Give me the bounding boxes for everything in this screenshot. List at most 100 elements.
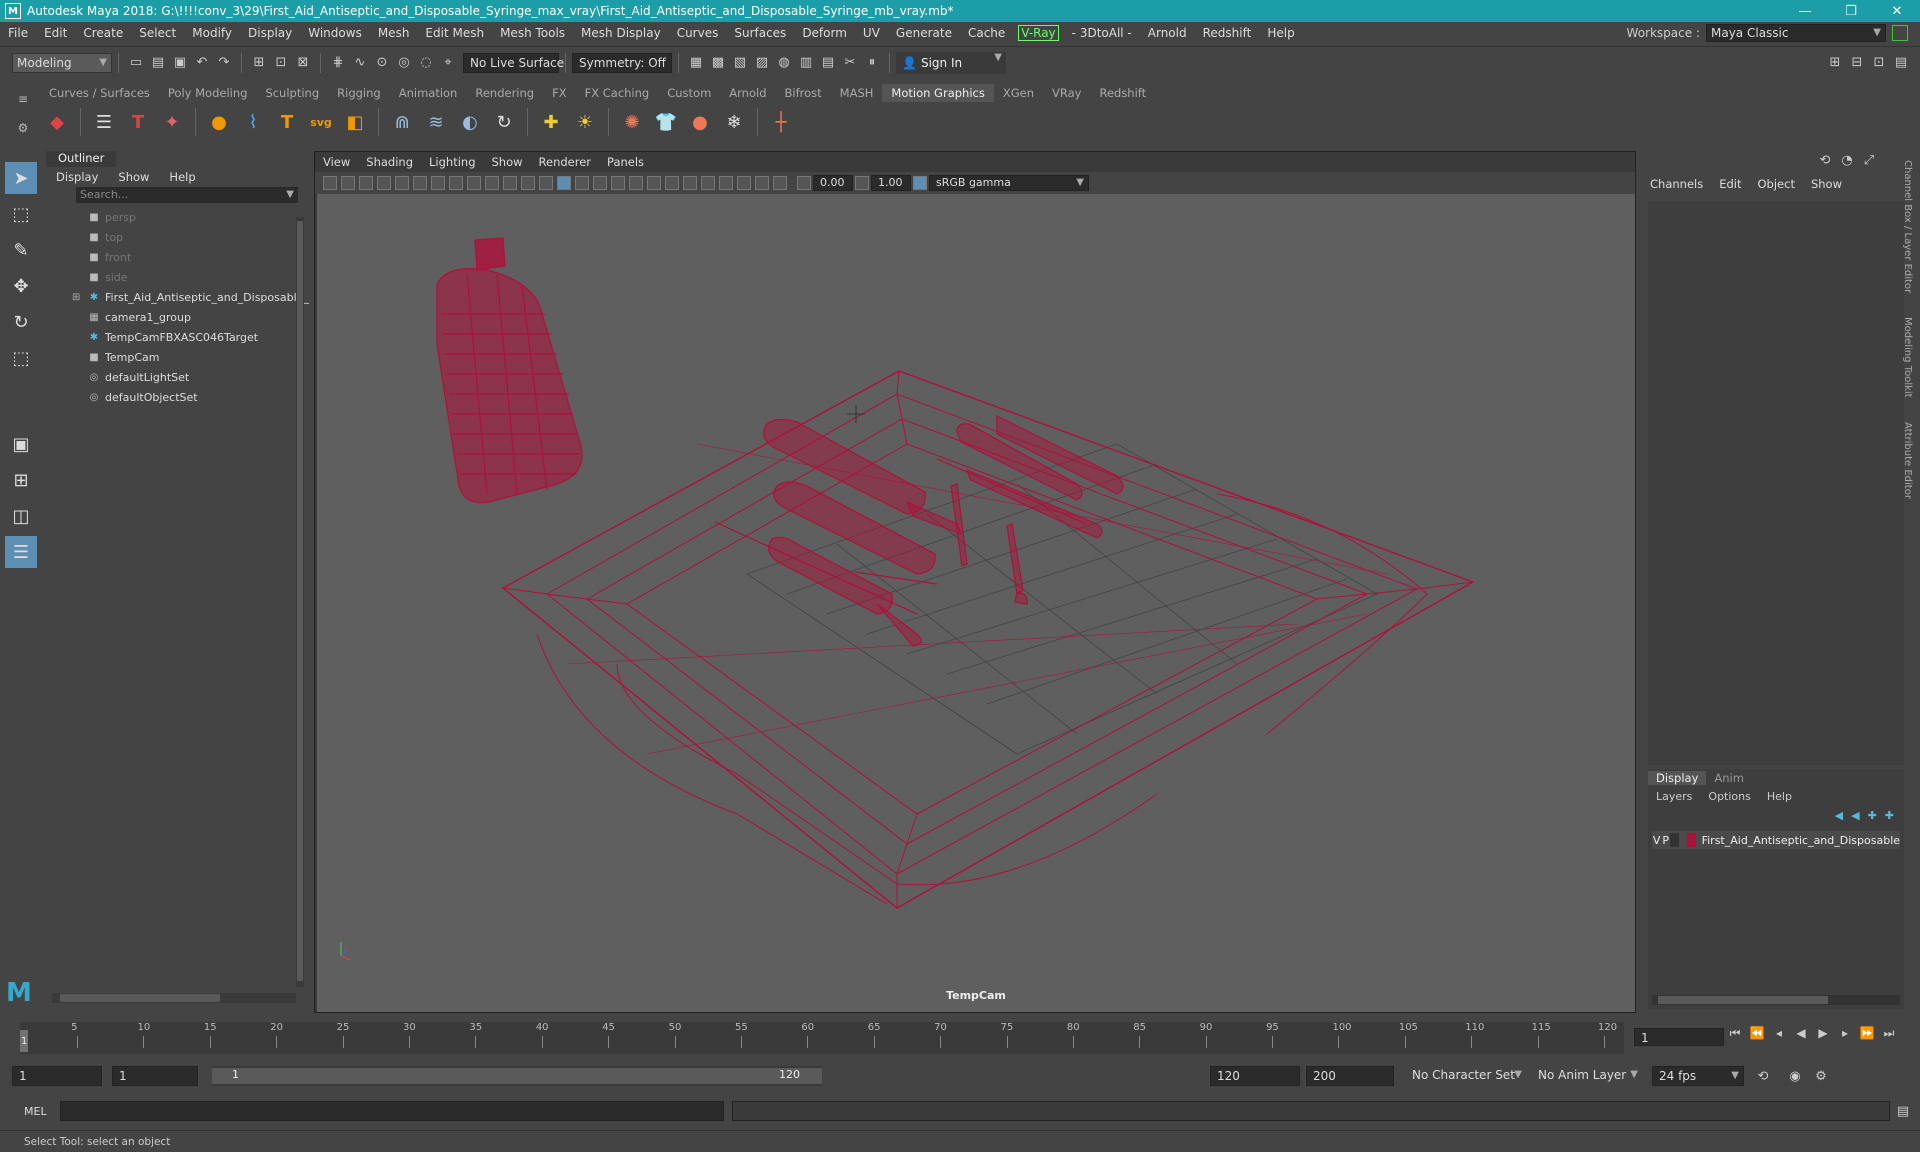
sign-in-button[interactable]: 👤 Sign In ▼	[896, 51, 1006, 74]
command-language-label[interactable]: MEL	[24, 1105, 56, 1118]
redo-icon[interactable]: ↷	[215, 54, 233, 72]
current-frame-field[interactable]: 1	[1634, 1028, 1724, 1046]
snap-grid-icon[interactable]: ⋕	[329, 54, 347, 72]
textured-icon[interactable]	[611, 176, 625, 190]
svg-tool-icon[interactable]: svg	[308, 109, 334, 135]
menu-file[interactable]: File	[0, 26, 36, 40]
menu-mesh[interactable]: Mesh	[370, 26, 418, 40]
menu-edit-mesh[interactable]: Edit Mesh	[417, 26, 492, 40]
outliner-item-tempcam[interactable]: ■ TempCam	[72, 347, 310, 367]
viewport-menu-lighting[interactable]: Lighting	[421, 155, 483, 169]
exposure-icon[interactable]	[797, 176, 811, 190]
hypershade-icon[interactable]: ◍	[775, 54, 793, 72]
ipr-render-icon[interactable]: ▧	[731, 54, 749, 72]
end-frame-field[interactable]: 200	[1306, 1066, 1394, 1086]
shelf-tab-redshift[interactable]: Redshift	[1090, 84, 1155, 102]
shelf-tab-xgen[interactable]: XGen	[994, 84, 1043, 102]
outliner-menu-show[interactable]: Show	[108, 170, 159, 184]
expand-icon[interactable]: ⤢	[1860, 151, 1878, 169]
outliner-item-top[interactable]: ■ top	[72, 227, 310, 247]
layer-menu-options[interactable]: Options	[1700, 790, 1758, 803]
wireframe-on-shaded-icon[interactable]	[593, 176, 607, 190]
outliner-hscrollbar[interactable]	[52, 993, 296, 1003]
shelf-tab-motion-graphics[interactable]: Motion Graphics	[882, 84, 994, 102]
layer-hscrollbar[interactable]	[1652, 995, 1900, 1005]
new-layer-selected-icon[interactable]: ✚	[1885, 809, 1894, 822]
outliner-item-default-light-set[interactable]: ◎ defaultLightSet	[72, 367, 310, 387]
menu-mesh-display[interactable]: Mesh Display	[573, 26, 669, 40]
step-forward-icon[interactable]: ⏩	[1856, 1026, 1878, 1041]
outliner-item-tempcam-target[interactable]: ✱ TempCamFBXASC046Target	[72, 327, 310, 347]
outliner-layout-icon[interactable]: ☰	[5, 536, 37, 568]
outliner-item-default-object-set[interactable]: ◎ defaultObjectSet	[72, 387, 310, 407]
select-hierarchy-icon[interactable]: ⊞	[250, 54, 268, 72]
wind-icon[interactable]: ≋	[423, 109, 449, 135]
xray-joints-icon[interactable]	[773, 176, 787, 190]
go-to-end-icon[interactable]: ⏭	[1878, 1026, 1900, 1041]
move-layer-down-icon[interactable]: ◀	[1851, 809, 1859, 822]
anim-end-field[interactable]: 120	[1210, 1066, 1300, 1086]
select-tool-icon[interactable]: ➤	[5, 162, 37, 194]
preferences-icon[interactable]: ⚙	[1812, 1067, 1830, 1085]
move-tool-icon[interactable]: ✥	[5, 270, 37, 302]
toggle-tool-settings-icon[interactable]: ⊡	[1870, 54, 1888, 72]
snap-surface-icon[interactable]: ◌	[417, 54, 435, 72]
render-settings-icon[interactable]: ▨	[753, 54, 771, 72]
new-layer-icon[interactable]: ✚	[1868, 809, 1877, 822]
shelf-tab-curves-surfaces[interactable]: Curves / Surfaces	[40, 84, 159, 102]
sphere-icon[interactable]: ●	[206, 109, 232, 135]
outliner-menu-help[interactable]: Help	[159, 170, 205, 184]
shelf-tab-fx-caching[interactable]: FX Caching	[576, 84, 659, 102]
shelf-settings-icon[interactable]: ⚙	[18, 121, 29, 135]
play-backward-icon[interactable]: ◀	[1790, 1026, 1812, 1041]
viewport-menu-panels[interactable]: Panels	[599, 155, 652, 169]
text-tool-icon[interactable]: T	[274, 109, 300, 135]
layer-color-swatch[interactable]	[1687, 833, 1696, 847]
crosshair-icon[interactable]: ┼	[768, 109, 794, 135]
menu-modify[interactable]: Modify	[184, 26, 240, 40]
menu-help[interactable]: Help	[1259, 26, 1302, 40]
layer-tab-anim[interactable]: Anim	[1706, 771, 1752, 785]
move-layer-up-icon[interactable]: ◀	[1835, 809, 1843, 822]
shelf-tab-mash[interactable]: MASH	[831, 84, 883, 102]
shelf-tab-rendering[interactable]: Rendering	[466, 84, 543, 102]
fps-dropdown[interactable]: 24 fps ▼	[1652, 1066, 1744, 1086]
curve-tool-icon[interactable]: ⌇	[240, 109, 266, 135]
undo-icon[interactable]: ↶	[193, 54, 211, 72]
save-scene-icon[interactable]: ▣	[171, 54, 189, 72]
viewport-menu-show[interactable]: Show	[484, 155, 531, 169]
layer-visibility-toggle[interactable]: V	[1652, 834, 1661, 847]
menu-edit[interactable]: Edit	[36, 26, 75, 40]
outliner-item-persp[interactable]: ■ persp	[72, 207, 310, 227]
smooth-shade-icon[interactable]	[575, 176, 589, 190]
open-scene-icon[interactable]: ▤	[149, 54, 167, 72]
layer-playback-toggle[interactable]: P	[1661, 834, 1670, 847]
use-all-lights-icon[interactable]	[629, 176, 643, 190]
script-editor-icon[interactable]: ▤	[1894, 1102, 1912, 1120]
select-object-icon[interactable]: ⊡	[272, 54, 290, 72]
workspace-dropdown[interactable]: Maya Classic ▼	[1706, 24, 1886, 42]
shelf-tab-poly-modeling[interactable]: Poly Modeling	[159, 84, 257, 102]
pause-icon[interactable]: ⏸	[863, 54, 881, 72]
vray-render-icon[interactable]: ✂	[841, 54, 859, 72]
side-tab-attribute-editor[interactable]: Attribute Editor	[1902, 422, 1913, 499]
toggle-attribute-editor-icon[interactable]: ⊟	[1848, 54, 1866, 72]
film-gate-icon[interactable]	[449, 176, 463, 190]
paint-select-icon[interactable]: ✎	[5, 234, 37, 266]
snowflake-icon[interactable]: ❄	[721, 109, 747, 135]
shelf-tab-vray[interactable]: VRay	[1043, 84, 1090, 102]
snap-point-icon[interactable]: ⊙	[373, 54, 391, 72]
wireframe-icon[interactable]	[557, 176, 571, 190]
step-back-icon[interactable]: ⏪	[1746, 1026, 1768, 1041]
camera-attributes-icon[interactable]	[341, 176, 355, 190]
image-plane-icon[interactable]	[377, 176, 391, 190]
grid-icon[interactable]	[431, 176, 445, 190]
mash-network-icon[interactable]: ◆	[44, 109, 70, 135]
outliner-item-first-aid-group[interactable]: ⊞ ✱ First_Aid_Antiseptic_and_Disposable_	[72, 287, 310, 307]
channel-menu-channels[interactable]: Channels	[1642, 177, 1711, 191]
vray-frame-icon[interactable]: ▥	[797, 54, 815, 72]
symmetry-dropdown[interactable]: Symmetry: Off	[572, 52, 672, 73]
render-view-icon[interactable]: ▦	[687, 54, 705, 72]
lattice-icon[interactable]: ◐	[457, 109, 483, 135]
snap-curve-icon[interactable]: ∿	[351, 54, 369, 72]
